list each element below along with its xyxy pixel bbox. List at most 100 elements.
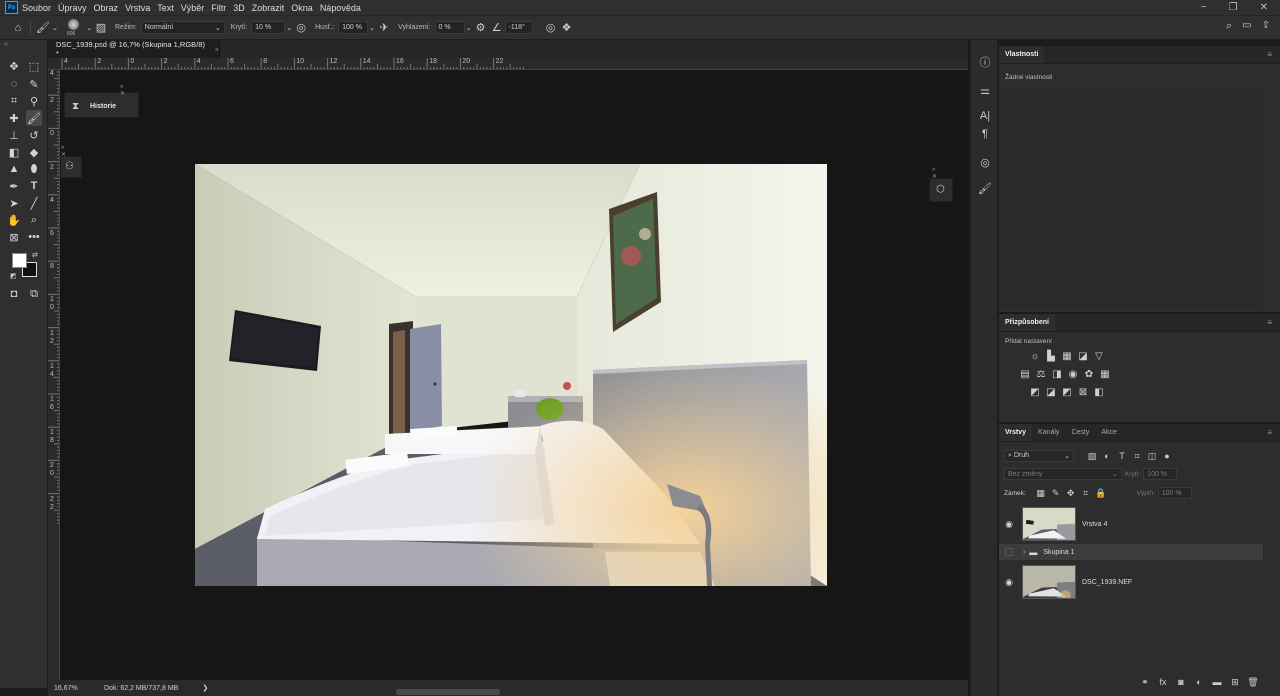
new-layer-icon[interactable]: ⊞ <box>1230 676 1240 688</box>
layer-row[interactable]: ◉ Vrstva 4 <box>999 504 1263 544</box>
chevron-down-icon[interactable]: ⌄ <box>368 20 376 36</box>
threshold-icon[interactable]: ◩ <box>1061 386 1073 398</box>
frame-tool-icon[interactable]: ⊠ <box>6 229 22 245</box>
tab-layers[interactable]: Vrstvy <box>999 424 1033 441</box>
more-tools-icon[interactable]: ••• <box>26 229 42 245</box>
link-layers-icon[interactable]: ⚭ <box>1140 676 1150 688</box>
lock-transparent-icon[interactable]: ▦ <box>1035 487 1047 499</box>
menu-vrstva[interactable]: Vrstva <box>125 3 150 13</box>
chevron-down-icon[interactable]: ⌄ <box>285 20 293 36</box>
chevron-down-icon[interactable]: ⌄ <box>465 20 473 36</box>
angle-input[interactable]: -118° <box>504 21 533 34</box>
crop-tool-icon[interactable]: ⌗ <box>6 93 22 109</box>
filter-adjustment-icon[interactable]: ◐ <box>1101 450 1113 462</box>
layer-name[interactable]: Skupina 1 <box>1043 549 1074 556</box>
document-tab[interactable]: DSC_1939.psd @ 16,7% (Skupina 1,RGB/8) *… <box>48 40 220 58</box>
menu-zobrazit[interactable]: Zobrazit <box>252 3 285 13</box>
photo-filter-icon[interactable]: ◉ <box>1067 368 1079 380</box>
status-menu-arrow-icon[interactable]: ❯ <box>202 684 208 692</box>
selective-color-icon[interactable]: ◧ <box>1093 386 1105 398</box>
pressure-size-icon[interactable]: ◎ <box>543 20 559 36</box>
new-adjustment-icon[interactable]: ◐ <box>1194 676 1204 688</box>
layer-style-icon[interactable]: fx <box>1158 676 1168 688</box>
invert-icon[interactable]: ◩ <box>1029 386 1041 398</box>
menu-vyber[interactable]: Výběr <box>181 3 205 13</box>
menu-3d[interactable]: 3D <box>233 3 245 13</box>
history-icon[interactable]: ⧗ <box>72 101 79 112</box>
menu-obraz[interactable]: Obraz <box>94 3 119 13</box>
history-brush-tool-icon[interactable]: ↺ <box>26 127 42 143</box>
lock-all-icon[interactable]: 🔒 <box>1095 487 1107 499</box>
collapse-icon[interactable]: « <box>4 41 8 48</box>
screen-mode-icon[interactable]: ⧉ <box>26 286 42 302</box>
lock-artboard-icon[interactable]: ⌗ <box>1080 487 1092 499</box>
horizontal-scrollbar[interactable] <box>396 689 500 695</box>
visibility-eye-icon[interactable]: ◉ <box>1001 516 1017 532</box>
paragraph-icon[interactable]: ¶ <box>977 126 993 142</box>
mode-select[interactable]: Normální ⌄ <box>140 21 225 34</box>
panel-menu-icon[interactable]: ≡ <box>1267 318 1272 327</box>
restore-button[interactable]: ❐ <box>1229 2 1238 13</box>
black-white-icon[interactable]: ◨ <box>1051 368 1063 380</box>
layer-group-row[interactable]: › ▬ Skupina 1 <box>999 544 1263 560</box>
close-tab-icon[interactable]: × <box>215 45 219 54</box>
opacity-input[interactable]: 10 % <box>251 21 286 34</box>
visibility-eye-icon[interactable]: ◉ <box>1001 574 1017 590</box>
info-icon[interactable]: ⓘ <box>977 54 993 70</box>
quick-select-tool-icon[interactable]: ✎ <box>26 76 42 92</box>
tab-channels[interactable]: Kanály <box>1032 424 1065 441</box>
airbrush-icon[interactable]: ✈ <box>376 20 392 36</box>
exposure-icon[interactable]: ◪ <box>1077 350 1089 362</box>
vibrance-icon[interactable]: ▽ <box>1093 350 1105 362</box>
foreground-color-swatch[interactable] <box>12 253 27 268</box>
swap-colors-icon[interactable]: ⇄ <box>32 251 38 259</box>
layer-name[interactable]: Vrstva 4 <box>1082 521 1107 528</box>
tab-properties[interactable]: Vlastnosti <box>999 46 1045 63</box>
libraries-icon[interactable]: ◎ <box>977 154 993 170</box>
path-selection-tool-icon[interactable]: ➤ <box>6 195 22 211</box>
paint-bucket-tool-icon[interactable]: ◆ <box>26 144 42 160</box>
brush-tool-icon[interactable]: 🖌 <box>26 110 42 126</box>
lock-position-icon[interactable]: ✥ <box>1065 487 1077 499</box>
home-icon[interactable]: ⌂ <box>10 20 26 36</box>
layer-comps-icon[interactable]: ⚇ <box>65 161 74 172</box>
brightness-icon[interactable]: ☼ <box>1029 350 1041 362</box>
panel-controls-icon[interactable]: » ✕ <box>120 84 134 97</box>
line-tool-icon[interactable]: ╱ <box>26 195 42 211</box>
default-colors-icon[interactable]: ◩ <box>10 272 17 280</box>
color-lookup-icon[interactable]: ▦ <box>1099 368 1111 380</box>
tab-adjustments[interactable]: Přizpůsobení <box>999 314 1055 331</box>
zoom-tool-icon[interactable]: ⌕ <box>26 212 42 228</box>
brush-preset-picker[interactable]: 606 <box>63 17 85 39</box>
brush-tool-icon[interactable]: 🖌 <box>35 20 51 36</box>
pressure-opacity-icon[interactable]: ◎ <box>293 20 309 36</box>
menu-filtr[interactable]: Filtr <box>211 3 226 13</box>
filter-pixel-icon[interactable]: ▨ <box>1086 450 1098 462</box>
blur-tool-icon[interactable]: ▲ <box>6 161 22 177</box>
eraser-tool-icon[interactable]: ◧ <box>6 144 22 160</box>
type-tool-icon[interactable]: T <box>26 178 42 194</box>
new-group-icon[interactable]: ▬ <box>1212 676 1222 688</box>
gradient-map-icon[interactable]: ⊠ <box>1077 386 1089 398</box>
layer-row[interactable]: ◉ DSC_1939.NEF <box>999 562 1263 602</box>
filter-toggle-icon[interactable]: ● <box>1161 450 1173 462</box>
eyedropper-tool-icon[interactable]: ⚲ <box>26 93 42 109</box>
flow-input[interactable]: 100 % <box>338 21 369 34</box>
add-mask-icon[interactable]: ◙ <box>1176 676 1186 688</box>
layer-name[interactable]: DSC_1939.NEF <box>1082 579 1132 586</box>
tab-paths[interactable]: Cesty <box>1065 424 1095 441</box>
cube-icon[interactable]: ⬡ <box>936 184 945 195</box>
channel-mixer-icon[interactable]: ✿ <box>1083 368 1095 380</box>
curves-icon[interactable]: ▦ <box>1061 350 1073 362</box>
healing-brush-tool-icon[interactable]: ✚ <box>6 110 22 126</box>
dodge-tool-icon[interactable]: ⬮ <box>26 161 42 177</box>
visibility-box[interactable] <box>1005 548 1013 556</box>
levels-icon[interactable]: ▙ <box>1045 350 1057 362</box>
clone-stamp-tool-icon[interactable]: ⊥ <box>6 127 22 143</box>
filter-kind-select[interactable]: ⌕ Druh ⌄ <box>1004 450 1074 462</box>
panel-menu-icon[interactable]: ≡ <box>1267 428 1272 437</box>
brush-settings-icon[interactable]: 🖌 <box>977 180 993 196</box>
hue-saturation-icon[interactable]: ▤ <box>1019 368 1031 380</box>
character-icon[interactable]: A| <box>977 108 993 124</box>
panel-controls-icon[interactable]: » ✕ <box>932 167 948 180</box>
